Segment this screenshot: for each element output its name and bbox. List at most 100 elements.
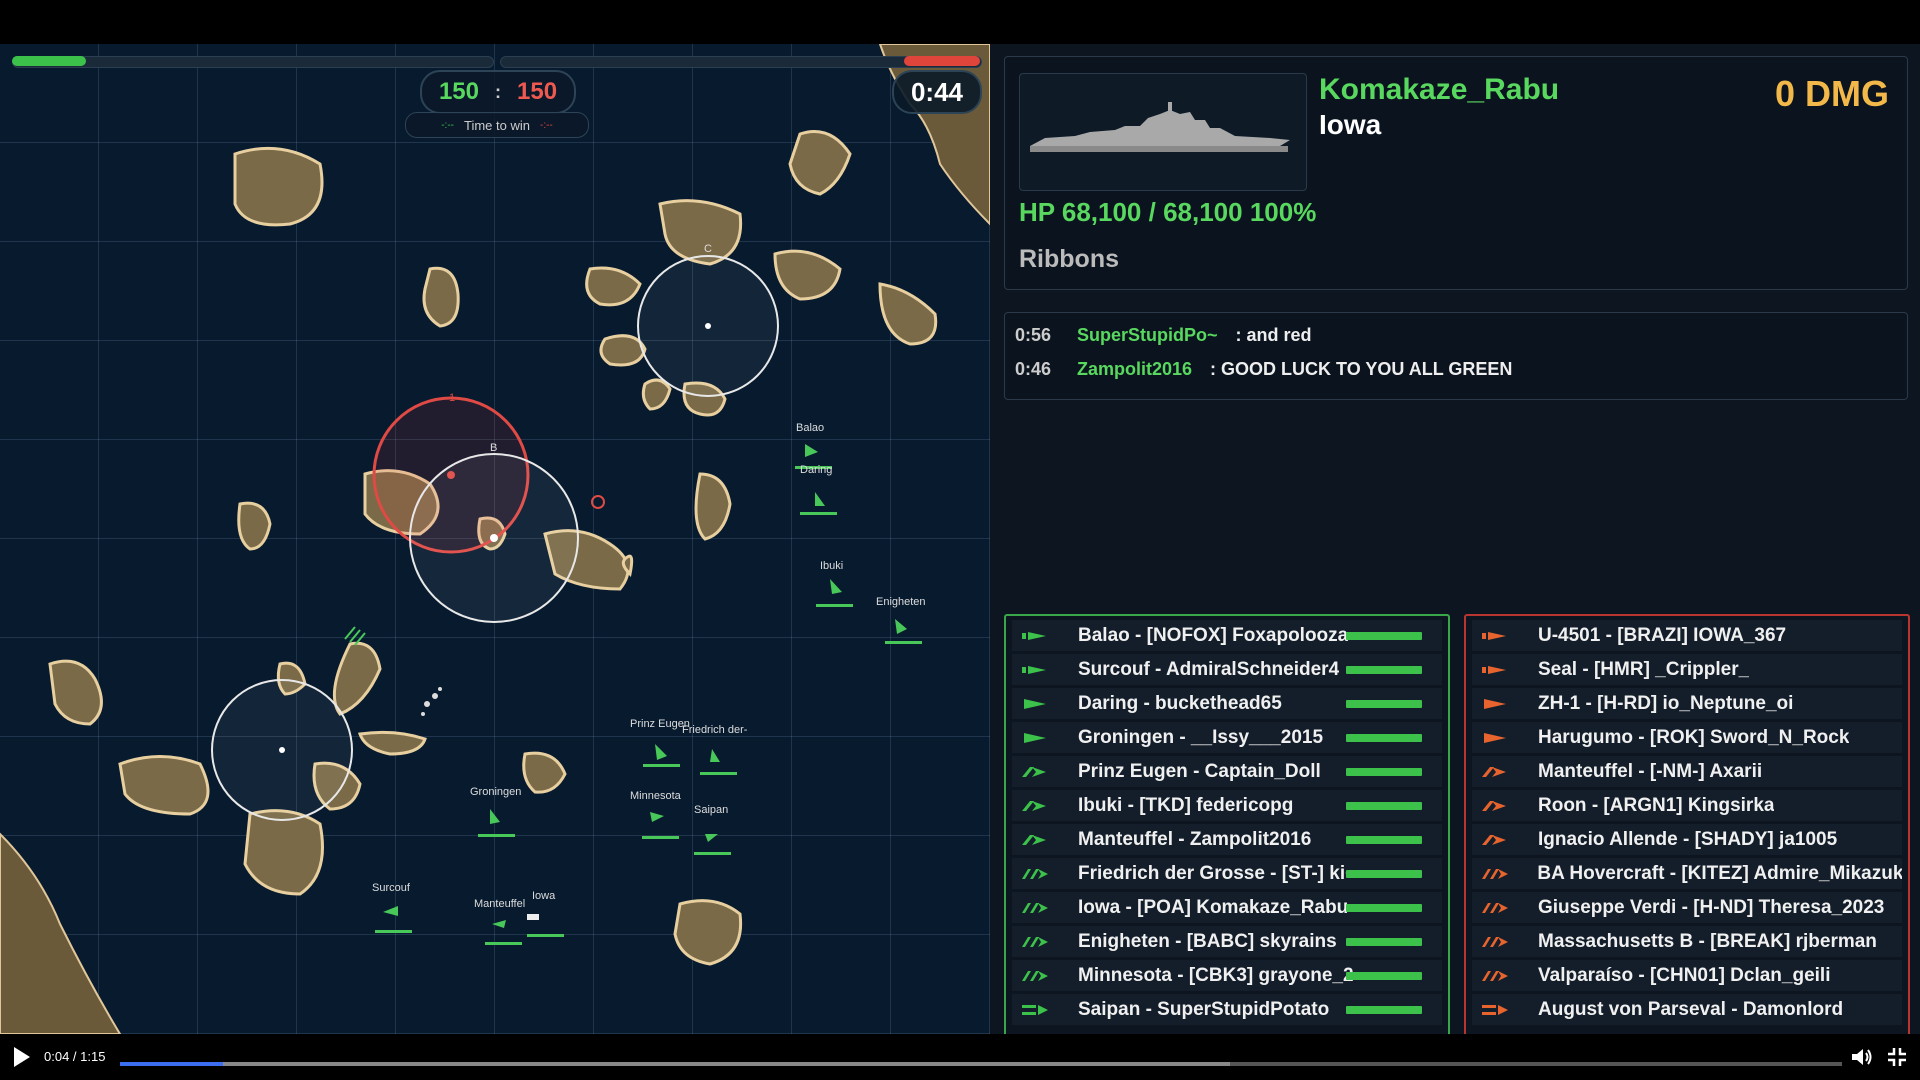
red-team-row[interactable]: Valparaíso - [CHN01] Dclan_geili: [1472, 960, 1902, 992]
cruiser-icon: [1482, 799, 1516, 813]
player-entry-label: Groningen - __Issy___2015: [1078, 726, 1324, 748]
player-hp-bar: [1346, 836, 1422, 844]
red-team-row[interactable]: Giuseppe Verdi - [H-ND] Theresa_2023: [1472, 892, 1902, 924]
exit-fullscreen-icon[interactable]: [1886, 1046, 1908, 1068]
player-hp-bar: [1346, 938, 1422, 946]
green-team-row[interactable]: Balao - [NOFOX] Foxapolooza: [1012, 620, 1442, 652]
submarine-icon: [1022, 663, 1056, 677]
player-entry-label: Surcouf - AdmiralSchneider4: [1078, 658, 1340, 680]
player-entry-label: Daring - buckethead65: [1078, 692, 1282, 714]
green-score: 150: [438, 78, 479, 105]
damage-counter: 0 DMG: [1774, 73, 1889, 114]
top-black-bar: [0, 0, 1920, 44]
chat-box: 0:56 SuperStupidPo~ : and red 0:46 Zampo…: [1004, 312, 1908, 400]
cap-label-1: 1: [449, 392, 455, 404]
chat-text: : GOOD LUCK TO YOU ALL GREEN: [1210, 359, 1513, 379]
green-team-row[interactable]: Enigheten - [BABC] skyrains: [1012, 926, 1442, 958]
ship-label-surcouf: Surcouf: [372, 882, 410, 894]
video-progress-bar[interactable]: [120, 1062, 1842, 1066]
red-team-row[interactable]: BA Hovercraft - [KITEZ] Admire_Mikazuki: [1472, 858, 1902, 890]
player-entry-label: Balao - [NOFOX] Foxapolooza: [1078, 624, 1349, 646]
ribbons-label: Ribbons: [1019, 245, 1119, 273]
submarine-icon: [1022, 629, 1056, 643]
aircraft-squadron-icon: [421, 687, 442, 716]
green-team-hp-bar: [12, 56, 86, 66]
minimap[interactable]: 1 B C 150 : 150 -:-- Time to win -:-- 0:…: [0, 44, 990, 1034]
green-team-row[interactable]: Surcouf - AdmiralSchneider4: [1012, 654, 1442, 686]
volume-icon[interactable]: [1850, 1046, 1874, 1068]
ship-label-prinz-eugen: Prinz Eugen: [630, 718, 690, 730]
cruiser-icon: [1022, 833, 1056, 847]
player-hp-bar: [1346, 632, 1422, 640]
play-icon[interactable]: [10, 1044, 34, 1070]
battleship-icon: [1022, 935, 1056, 949]
ship-name: Iowa: [1319, 109, 1382, 140]
coastline-southwest: [0, 832, 122, 1034]
red-team-row[interactable]: Massachusetts B - [BREAK] rjberman: [1472, 926, 1902, 958]
green-team-row[interactable]: Prinz Eugen - Captain_Doll: [1012, 756, 1442, 788]
player-entry-label: BA Hovercraft - [KITEZ] Admire_Mikazuki: [1537, 862, 1902, 884]
submarine-icon: [1482, 663, 1516, 677]
destroyer-icon: [1022, 697, 1056, 711]
ship-label-balao: Balao: [796, 422, 825, 434]
chat-message: 0:56 SuperStupidPo~ : and red: [1015, 325, 1312, 346]
green-team-row[interactable]: Groningen - __Issy___2015: [1012, 722, 1442, 754]
player-entry-label: Saipan - SuperStupidPotato: [1078, 998, 1330, 1020]
player-hp-bar: [1346, 734, 1422, 742]
video-player-controls: 0:04 / 1:15: [0, 1034, 1920, 1080]
battleship-icon: [1022, 969, 1056, 983]
player-hp-bar: [1346, 972, 1422, 980]
green-team-row[interactable]: Saipan - SuperStupidPotato: [1012, 994, 1442, 1026]
green-team-row[interactable]: Ibuki - [TKD] federicopg: [1012, 790, 1442, 822]
green-team-row[interactable]: Minnesota - [CBK3] grayone_2: [1012, 960, 1442, 992]
time-to-win-label: Time to win: [464, 117, 530, 133]
player-entry-label: U-4501 - [BRAZI] IOWA_367: [1538, 624, 1787, 646]
battleship-icon: [1482, 901, 1516, 915]
score-separator: :: [495, 81, 501, 102]
cap-label-c: C: [704, 243, 712, 255]
chat-sender: SuperStupidPo~: [1077, 325, 1218, 345]
player-hp-bar: [1346, 666, 1422, 674]
player-name: Komakaze_Rabu: [1319, 73, 1560, 106]
submarine-icon: [1482, 629, 1516, 643]
ship-label-iowa: Iowa: [532, 890, 556, 902]
red-team-row[interactable]: August von Parseval - Damonlord: [1472, 994, 1902, 1026]
ship-label-ibuki: Ibuki: [820, 560, 844, 572]
chat-time: 0:46: [1015, 359, 1052, 379]
player-entry-label: Massachusetts B - [BREAK] rjberman: [1538, 930, 1877, 952]
red-team-row[interactable]: Seal - [HMR] _Crippler_: [1472, 654, 1902, 686]
red-team-row[interactable]: U-4501 - [BRAZI] IOWA_367: [1472, 620, 1902, 652]
green-team-roster: Balao - [NOFOX] Foxapolooza Surcouf - Adm…: [1004, 614, 1450, 1036]
player-entry-label: Iowa - [POA] Komakaze_Rabu: [1078, 896, 1349, 918]
cruiser-icon: [1022, 799, 1056, 813]
video-buffered: [120, 1062, 1230, 1066]
red-team-row[interactable]: Manteuffel - [-NM-] Axarii: [1472, 756, 1902, 788]
target-reticle-icon: [591, 495, 605, 509]
red-team-roster: U-4501 - [BRAZI] IOWA_367 Seal - [HMR] _C…: [1464, 614, 1910, 1036]
red-team-row[interactable]: Roon - [ARGN1] Kingsirka: [1472, 790, 1902, 822]
player-hp-bar: [1346, 1006, 1422, 1014]
player-entry-label: August von Parseval - Damonlord: [1538, 998, 1844, 1020]
minimap-terrain: 1 B C: [0, 44, 990, 1034]
green-team-row[interactable]: Manteuffel - Zampolit2016: [1012, 824, 1442, 856]
green-team-row[interactable]: Iowa - [POA] Komakaze_Rabu: [1012, 892, 1442, 924]
green-team-row[interactable]: Daring - buckethead65: [1012, 688, 1442, 720]
player-hp-bar: [1346, 870, 1422, 878]
player-entry-label: Seal - [HMR] _Crippler_: [1538, 658, 1750, 680]
player-entry-label: Harugumo - [ROK] Sword_N_Rock: [1538, 726, 1850, 748]
ship-label-daring: Daring: [800, 464, 833, 476]
match-timer: 0:44: [892, 70, 982, 114]
player-hp-bar: [1346, 904, 1422, 912]
player-entry-label: Friedrich der Grosse - [ST-] ki~: [1078, 862, 1357, 884]
red-team-row[interactable]: Harugumo - [ROK] Sword_N_Rock: [1472, 722, 1902, 754]
player-entry-label: Giuseppe Verdi - [H-ND] Theresa_2023: [1538, 896, 1885, 918]
red-team-row[interactable]: ZH-1 - [H-RD] io_Neptune_oi: [1472, 688, 1902, 720]
green-team-row[interactable]: Friedrich der Grosse - [ST-] ki~: [1012, 858, 1442, 890]
chat-sender: Zampolit2016: [1077, 359, 1193, 379]
chat-message: 0:46 Zampolit2016 : GOOD LUCK TO YOU ALL…: [1015, 359, 1512, 380]
time-to-win-green: -:--: [441, 119, 454, 131]
red-team-row[interactable]: Ignacio Allende - [SHADY] ja1005: [1472, 824, 1902, 856]
player-entry-label: Ignacio Allende - [SHADY] ja1005: [1538, 828, 1838, 850]
player-entry-label: Prinz Eugen - Captain_Doll: [1078, 760, 1321, 782]
cruiser-icon: [1022, 765, 1056, 779]
